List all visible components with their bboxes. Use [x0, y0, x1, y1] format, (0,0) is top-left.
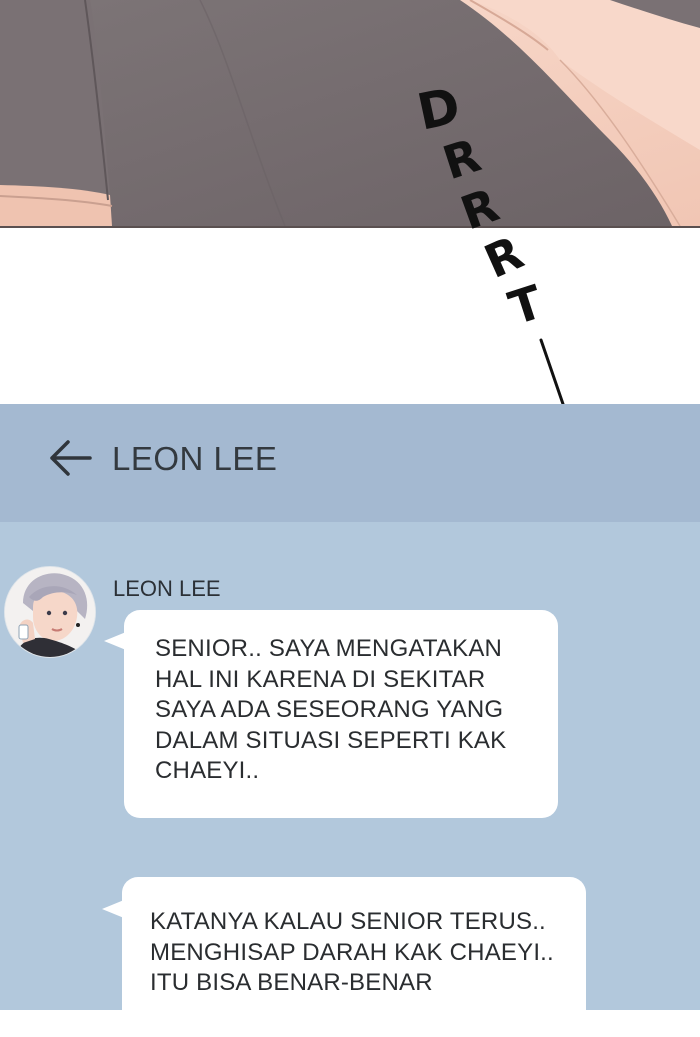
bubble-tail	[102, 900, 124, 918]
message-line: CHAEYI..	[155, 757, 260, 784]
message-line: SAYA ADA SESEORANG YANG	[155, 696, 504, 723]
message-sender-name: LEON LEE	[113, 576, 221, 601]
message-bubble: SENIOR.. SAYA MENGATAKAN HAL INI KARENA …	[124, 610, 558, 818]
panel-gutter	[0, 228, 700, 404]
message-text: SENIOR.. SAYA MENGATAKAN HAL INI KARENA …	[155, 634, 535, 787]
message-line: MENGHISAP DARAH KAK CHAEYI..	[150, 938, 554, 966]
message-line: ITU BISA BENAR-BENAR	[150, 969, 433, 996]
message-line: KATANYA KALAU SENIOR TERUS..	[150, 908, 546, 935]
clothing-illustration	[0, 0, 700, 226]
message-bubble: KATANYA KALAU SENIOR TERUS.. MENGHISAP D…	[122, 877, 586, 1037]
message-text: KATANYA KALAU SENIOR TERUS.. MENGHISAP D…	[150, 907, 570, 999]
avatar[interactable]	[4, 566, 96, 658]
bubble-tail	[104, 632, 126, 650]
profile-picture	[5, 567, 95, 657]
chat-contact-name: LEON LEE	[112, 440, 278, 477]
message-line: HAL INI KARENA DI SEKITAR	[155, 665, 486, 693]
back-button[interactable]	[46, 438, 94, 478]
left-arrow-icon	[50, 440, 92, 476]
chat-header	[0, 404, 700, 522]
message-line: SENIOR.. SAYA MENGATAKAN	[155, 635, 503, 662]
comic-panel-illustration	[0, 0, 700, 228]
message-line: DALAM SITUASI SEPERTI KAK	[155, 726, 507, 754]
